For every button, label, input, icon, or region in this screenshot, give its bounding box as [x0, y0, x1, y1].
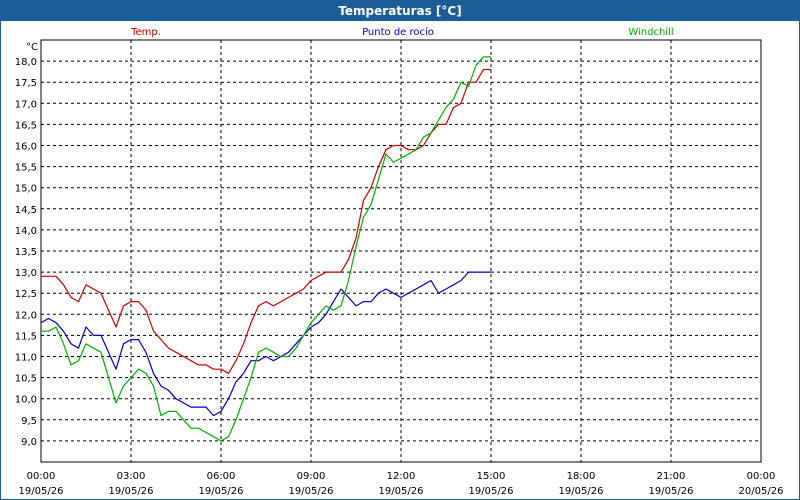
x-tick-date: 20/05/26	[739, 486, 784, 497]
x-tick-time: 15:00	[477, 471, 506, 482]
x-tick-date: 19/05/26	[379, 486, 424, 497]
x-tick-time: 18:00	[567, 471, 596, 482]
x-tick-date: 19/05/26	[559, 486, 604, 497]
x-tick-time: 12:00	[387, 471, 416, 482]
x-tick-labels: 00:00 19/05/26 03:00 19/05/26 06:00 19/05/26 0…	[19, 471, 784, 497]
series-lines	[40, 56, 491, 442]
x-tick-time: 03:00	[117, 471, 146, 482]
y-tick-label: 17,0	[15, 99, 37, 110]
y-tick-label: 9,5	[21, 416, 37, 427]
y-tick-label: 13,5	[15, 247, 37, 258]
y-tick-label: 10,5	[15, 374, 37, 385]
y-tick-label: 12,5	[15, 289, 37, 300]
series-line-windchill	[41, 56, 491, 442]
y-tick-label: 13,0	[15, 268, 37, 279]
y-tick-label: 11,0	[15, 353, 37, 364]
x-tick-date: 19/05/26	[109, 486, 154, 497]
legend: Temp. Punto de rocío Windchill	[130, 26, 674, 38]
y-tick-label: 18,0	[15, 57, 37, 68]
x-tick-time: 21:00	[657, 471, 686, 482]
x-tick-time: 09:00	[297, 471, 326, 482]
x-tick-time: 00:00	[27, 471, 56, 482]
x-tick-date: 19/05/26	[649, 486, 694, 497]
y-tick-label: 10,0	[15, 395, 37, 406]
temperature-chart: °C 9,0 9,5 10,0 10,5 11,0 11,5 12,0 12,5 13,0 13,…	[15, 26, 784, 497]
y-tick-label: 15,0	[15, 184, 37, 195]
legend-windchill: Windchill	[628, 27, 673, 38]
x-tick-date: 19/05/26	[289, 486, 334, 497]
y-tick-labels: 9,0 9,5 10,0 10,5 11,0 11,5 12,0 12,5 13,0 13,5 14…	[15, 57, 37, 448]
y-tick-label: 9,0	[21, 437, 37, 448]
x-tick-date: 19/05/26	[19, 486, 64, 497]
y-tick-label: 16,5	[15, 120, 37, 131]
legend-punto-de-rocio: Punto de rocío	[362, 26, 434, 38]
x-tick-time: 06:00	[207, 471, 236, 482]
y-tick-label: 15,5	[15, 163, 37, 174]
x-tick-time: 00:00	[747, 471, 776, 482]
y-tick-label: 14,0	[15, 226, 37, 237]
y-tick-label: 12,0	[15, 310, 37, 321]
legend-temp: Temp.	[130, 27, 161, 38]
y-tick-label: 17,5	[15, 78, 37, 89]
y-tick-label: 14,5	[15, 205, 37, 216]
series-line-temp	[41, 68, 491, 374]
y-tick-label: 11,5	[15, 331, 37, 342]
grid	[41, 40, 761, 462]
x-tick-date: 19/05/26	[199, 486, 244, 497]
y-axis-label: °C	[26, 42, 38, 53]
x-tick-date: 19/05/26	[469, 486, 514, 497]
y-tick-label: 16,0	[15, 142, 37, 153]
